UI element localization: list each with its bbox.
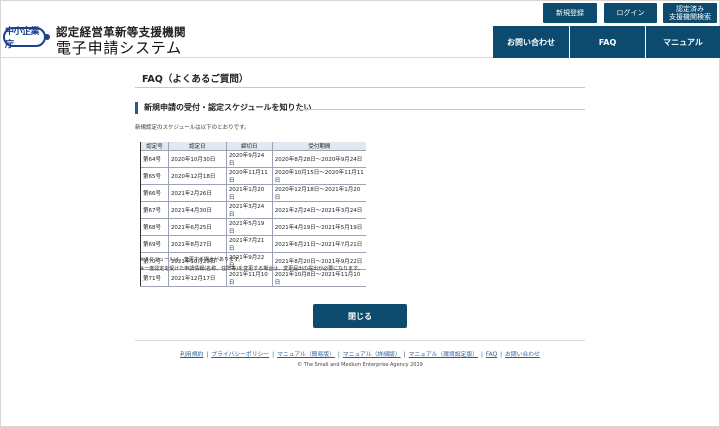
footer-links: 利用規約 | プライバシーポリシー | マニュアル（簡易版） | マニュアル（詳細版） | マニ… bbox=[0, 349, 720, 358]
table-cell: 2021年7月21日 bbox=[225, 235, 273, 253]
main-nav: お問い合わせ FAQ マニュアル bbox=[493, 26, 720, 58]
footer-link-privacy[interactable]: プライバシーポリシー bbox=[211, 352, 269, 358]
table-cell: 2020年11月11日 bbox=[225, 167, 273, 185]
table-cell: 2021年4月19日～2021年5月19日 bbox=[271, 218, 366, 236]
brand-title: 電子申請システム bbox=[56, 39, 182, 57]
table-cell: 第65号 bbox=[140, 167, 169, 185]
column-header: 受付期間 bbox=[271, 142, 366, 151]
table-cell: 2020年9月24日 bbox=[225, 150, 273, 168]
nav-faq[interactable]: FAQ bbox=[569, 26, 645, 58]
column-header: 締切日 bbox=[225, 142, 273, 151]
column-header: 認定号 bbox=[140, 142, 169, 151]
footer-link-faq[interactable]: FAQ bbox=[486, 352, 497, 358]
footer-separator: | bbox=[272, 352, 275, 358]
section-heading: 新規申請の受付・認定スケジュールを知りたい bbox=[135, 102, 311, 114]
section-divider bbox=[297, 109, 585, 110]
footer-link-manual-simple[interactable]: マニュアル（簡易版） bbox=[277, 352, 335, 358]
footer-separator: | bbox=[337, 352, 340, 358]
close-button[interactable]: 閉じる bbox=[313, 304, 407, 328]
footer-link-terms[interactable]: 利用規約 bbox=[180, 352, 203, 358]
nav-manual[interactable]: マニュアル bbox=[645, 26, 720, 58]
table-cell: 第67号 bbox=[140, 201, 169, 219]
logo-dot-icon bbox=[44, 34, 50, 40]
footer-link-manual-env[interactable]: マニュアル（環境設定版） bbox=[409, 352, 478, 358]
page-title: FAQ（よくあるご質問） bbox=[142, 74, 249, 85]
table-row: 第67号 2021年4月30日 2021年3月24日 2021年2月24日～20… bbox=[140, 201, 366, 219]
table-cell: 2021年8月27日 bbox=[167, 235, 227, 253]
note-change-notification: ※一度認定を受けた申請情報(名称、住所等)を変更する場合は、変更届出の提出が必要… bbox=[140, 266, 363, 272]
register-button[interactable]: 新規登録 bbox=[543, 3, 597, 23]
search-button-line1: 認定済み bbox=[676, 5, 704, 13]
table-cell: 第64号 bbox=[140, 150, 169, 168]
footer-divider bbox=[135, 340, 585, 341]
table-cell: 2021年12月17日 bbox=[167, 269, 227, 287]
agency-logo[interactable]: 中小企業庁 bbox=[3, 27, 46, 50]
table-row: 第68号 2021年6月25日 2021年5月19日 2021年4月19日～20… bbox=[140, 218, 366, 236]
copyright: © The Small and Medium Enterprise Agency… bbox=[297, 362, 423, 368]
footer-separator: | bbox=[500, 352, 503, 358]
table-cell: 2021年2月24日～2021年3月24日 bbox=[271, 201, 366, 219]
column-header: 認定日 bbox=[167, 142, 227, 151]
table-cell: 2021年1月20日 bbox=[225, 184, 273, 202]
table-row: 第71号 2021年12月17日 2021年11月10日 2021年10月8日～… bbox=[140, 269, 366, 287]
table-cell: 第68号 bbox=[140, 218, 169, 236]
footer-link-manual-detail[interactable]: マニュアル（詳細版） bbox=[343, 352, 401, 358]
table-cell: 第69号 bbox=[140, 235, 169, 253]
table-row: 第66号 2021年2月26日 2021年1月20日 2020年12月18日～2… bbox=[140, 184, 366, 202]
table-cell: 2021年6月21日～2021年7月21日 bbox=[271, 235, 366, 253]
footer-link-contact[interactable]: お問い合わせ bbox=[505, 352, 540, 358]
table-cell: 2021年6月25日 bbox=[167, 218, 227, 236]
table-cell: 2020年10月15日～2020年11月11日 bbox=[271, 167, 366, 185]
footer-separator: | bbox=[480, 352, 483, 358]
table-cell: 2021年3月24日 bbox=[225, 201, 273, 219]
login-button[interactable]: ログイン bbox=[604, 3, 657, 23]
footer-separator: | bbox=[206, 352, 209, 358]
footer-separator: | bbox=[403, 352, 406, 358]
table-cell: 2020年12月18日～2021年1月20日 bbox=[271, 184, 366, 202]
table-header-row: 認定号 認定日 締切日 受付期間 bbox=[140, 142, 366, 151]
site-header: 中小企業庁 認定経営革新等支援機関 電子申請システム 新規登録 ログイン 認定済… bbox=[0, 0, 720, 58]
agency-logo-text: 中小企業庁 bbox=[5, 27, 40, 50]
intro-text: 新規認定のスケジュールは以下のとおりです。 bbox=[135, 125, 250, 131]
table-cell: 2021年2月26日 bbox=[167, 184, 227, 202]
search-button-line2: 支援機関検索 bbox=[669, 13, 711, 21]
table-row: 第65号 2020年12月18日 2020年11月11日 2020年10月15日… bbox=[140, 167, 366, 185]
table-cell: 2020年12月18日 bbox=[167, 167, 227, 185]
table-cell: 第66号 bbox=[140, 184, 169, 202]
title-divider bbox=[135, 87, 585, 88]
table-cell: 2020年8月28日～2020年9月24日 bbox=[271, 150, 366, 168]
table-cell: 2020年10月30日 bbox=[167, 150, 227, 168]
note-schedule-change: ※スケジュールは、変更する場合があります。 bbox=[140, 257, 244, 263]
table-cell: 2021年4月30日 bbox=[167, 201, 227, 219]
nav-contact[interactable]: お問い合わせ bbox=[493, 26, 569, 58]
table-cell: 2021年5月19日 bbox=[225, 218, 273, 236]
table-cell: 第71号 bbox=[140, 269, 169, 287]
table-row: 第64号 2020年10月30日 2020年9月24日 2020年8月28日～2… bbox=[140, 150, 366, 168]
table-row: 第69号 2021年8月27日 2021年7月21日 2021年6月21日～20… bbox=[140, 235, 366, 253]
certified-agency-search-button[interactable]: 認定済み 支援機関検索 bbox=[663, 3, 717, 23]
table-cell: 2021年11月10日 bbox=[225, 269, 273, 287]
table-cell: 2021年10月8日～2021年11月10日 bbox=[271, 269, 366, 287]
